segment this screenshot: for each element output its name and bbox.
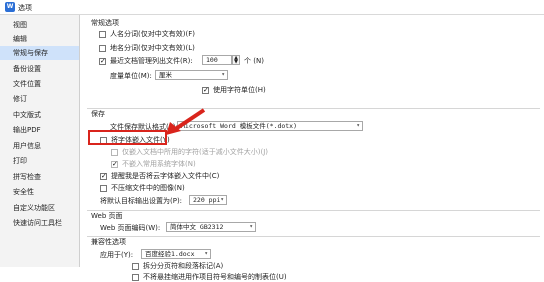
apply-to-label: 应用于(Y):	[100, 251, 134, 259]
sidebar-item-backup[interactable]: 备份设置	[0, 62, 79, 76]
default-output-select[interactable]: 220 ppi ▾	[189, 195, 227, 205]
recent-count-unit: 个 (N)	[244, 57, 264, 65]
name-tagging-label: 人名分词(仅对中文有效)(F)	[110, 30, 195, 38]
sidebar-item-customize-ribbon[interactable]: 自定义功能区	[0, 201, 79, 215]
unit-label: 度量单位(M):	[110, 72, 152, 80]
char-unit-checkbox[interactable]	[202, 86, 209, 95]
remind-embed-checkbox[interactable]	[100, 172, 107, 181]
window-title: 选项	[18, 4, 32, 12]
recent-count-input[interactable]: 100	[202, 55, 232, 65]
sidebar-item-security[interactable]: 安全性	[0, 185, 79, 199]
default-output-label: 将默认目标输出设置为(P):	[100, 197, 183, 205]
section-title-general: 常规选项	[91, 19, 119, 27]
divider	[87, 108, 540, 109]
title-bar: W 选项	[0, 0, 544, 15]
chevron-down-icon: ▾	[220, 196, 224, 203]
sidebar-item-print[interactable]: 打印	[0, 154, 79, 168]
sidebar-item-edit[interactable]: 编辑	[0, 32, 79, 46]
chevron-down-icon: ▾	[221, 71, 225, 78]
web-encoding-value: 简体中文 GB2312	[170, 223, 224, 231]
unit-select[interactable]: 厘米 ▾	[155, 70, 228, 80]
embed-used-chars-radio[interactable]	[111, 149, 118, 156]
no-system-fonts-label: 不嵌入常用系统字体(N)	[122, 160, 196, 168]
section-title-web: Web 页面	[91, 212, 123, 220]
arrow-icon	[166, 108, 206, 135]
no-system-fonts-checkbox[interactable]	[111, 160, 118, 169]
place-tagging-label: 地名分词(仅对中文有效)(L)	[110, 44, 195, 52]
no-compress-images-label: 不压缩文件中的图像(N)	[111, 184, 185, 192]
section-title-save: 保存	[91, 110, 105, 118]
default-output-value: 220 ppi	[193, 196, 221, 204]
apply-to-value: 百度经验1.docx	[145, 250, 195, 258]
options-sidebar: 视图 编辑 常规与保存 备份设置 文件位置 修订 中文版式 输出PDF 用户信息…	[0, 15, 80, 267]
chevron-down-icon: ▾	[356, 122, 360, 129]
no-compress-images-checkbox[interactable]	[100, 185, 107, 192]
recent-docs-label: 最近文档管理列出文件(R):	[110, 57, 193, 65]
embed-used-chars-label: 仅嵌入文档中所用的字符(适于减小文件大小)(J)	[122, 148, 268, 156]
char-unit-label: 使用字符单位(H)	[213, 86, 266, 94]
recent-docs-checkbox[interactable]	[99, 57, 106, 66]
sidebar-item-general-save[interactable]: 常规与保存	[0, 46, 79, 60]
chevron-down-icon: ▾	[249, 223, 253, 230]
sidebar-item-chinese-layout[interactable]: 中文版式	[0, 108, 79, 122]
sidebar-item-view[interactable]: 视图	[0, 18, 79, 32]
divider	[87, 236, 540, 237]
apply-to-select[interactable]: 百度经验1.docx ▾	[141, 249, 211, 259]
remind-embed-label: 提醒我是否将云字体嵌入文件中(C)	[111, 172, 220, 180]
hanging-indent-label: 不将悬挂缩进用作项目符号和编号的制表位(U)	[143, 273, 287, 281]
hanging-indent-checkbox[interactable]	[132, 274, 139, 281]
sidebar-item-revision[interactable]: 修订	[0, 92, 79, 106]
sidebar-item-output-pdf[interactable]: 输出PDF	[0, 123, 79, 137]
sidebar-item-spell-check[interactable]: 拼写检查	[0, 170, 79, 184]
section-title-compat: 兼容性选项	[91, 238, 126, 246]
sidebar-item-file-location[interactable]: 文件位置	[0, 77, 79, 91]
recent-count-spinner[interactable]: ▲ ▼	[232, 55, 240, 65]
unit-select-value: 厘米	[159, 71, 172, 79]
sidebar-item-user-info[interactable]: 用户信息	[0, 139, 79, 153]
divider	[87, 210, 540, 211]
web-encoding-select[interactable]: 简体中文 GB2312 ▾	[166, 222, 256, 232]
chevron-down-icon: ▾	[204, 250, 208, 257]
sidebar-item-quick-access-toolbar[interactable]: 快速访问工具栏	[0, 216, 79, 230]
highlight-box	[88, 130, 167, 145]
wps-app-icon: W	[5, 2, 15, 12]
place-tagging-checkbox[interactable]	[99, 45, 106, 52]
web-encoding-label: Web 页面编码(W):	[100, 224, 161, 232]
name-tagging-checkbox[interactable]	[99, 31, 106, 38]
